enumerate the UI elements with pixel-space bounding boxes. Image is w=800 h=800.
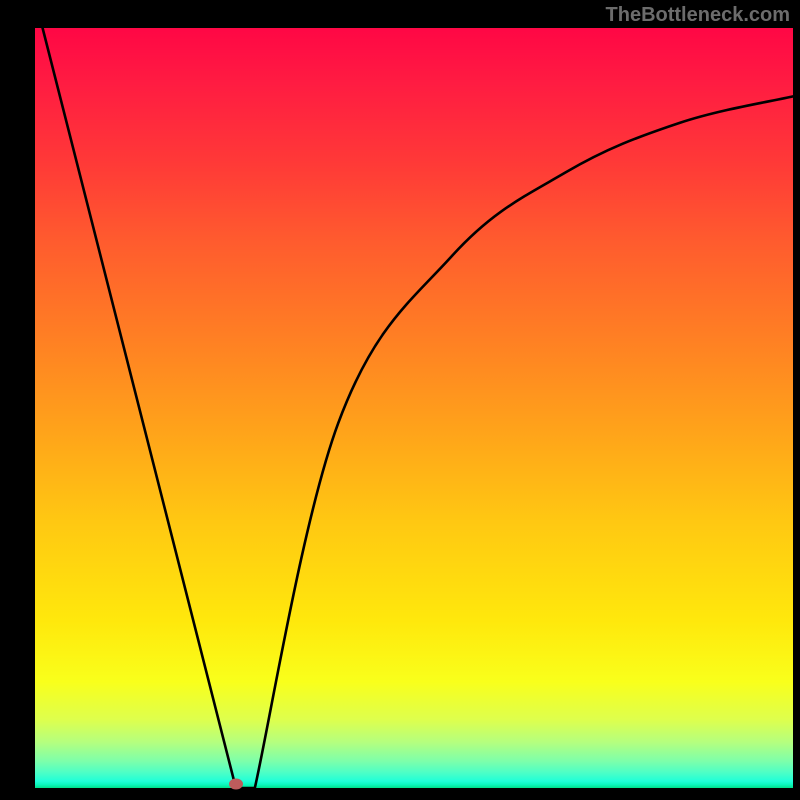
source-label: TheBottleneck.com (606, 4, 790, 27)
chart-frame: TheBottleneck.com (0, 0, 800, 800)
vertex-marker (229, 779, 243, 790)
plot-area (35, 28, 793, 788)
bottleneck-curve (35, 28, 793, 788)
